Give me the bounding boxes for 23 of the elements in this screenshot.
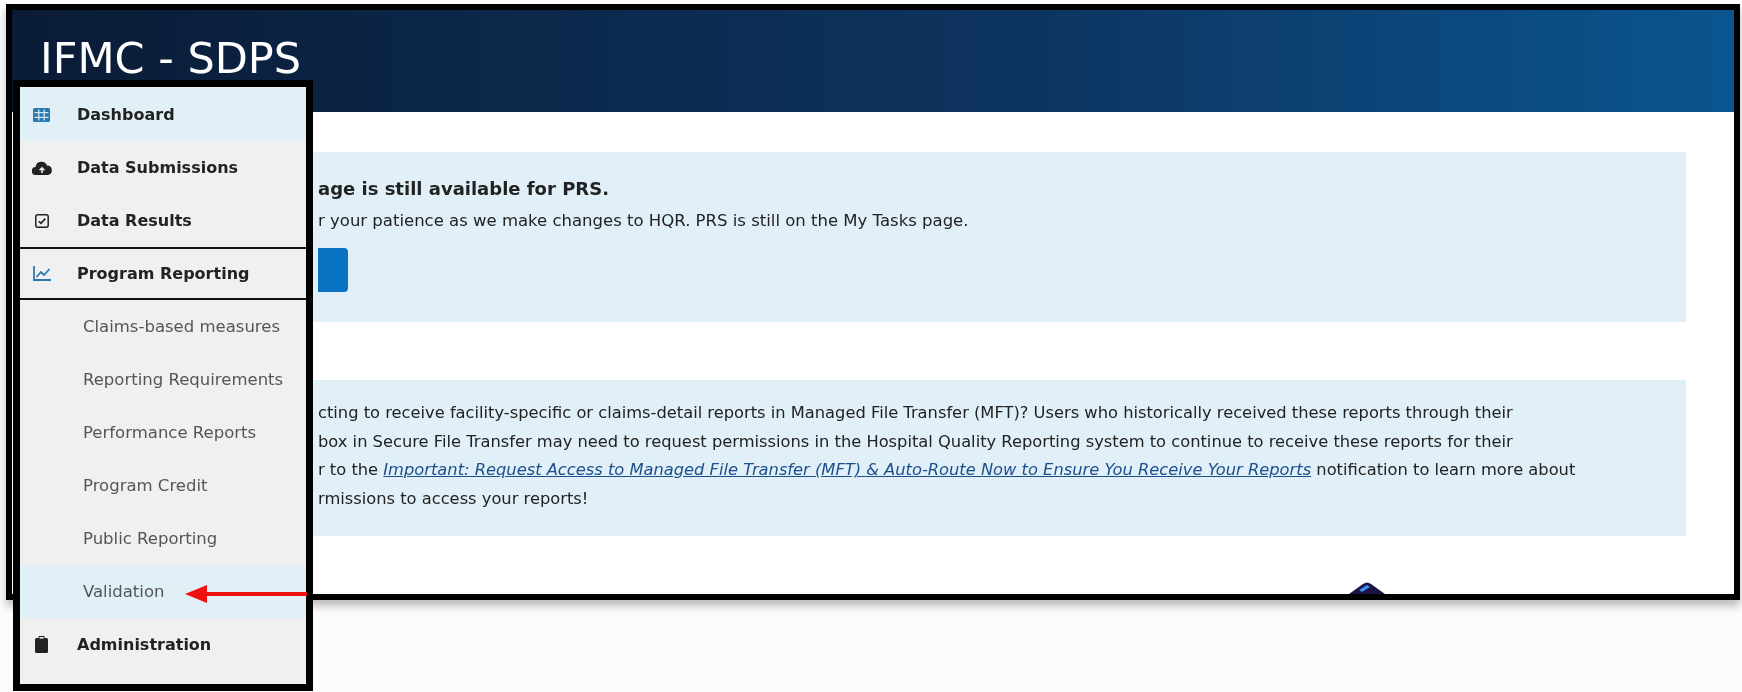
submenu-item[interactable]: Reporting Requirements — [20, 353, 306, 406]
submenu-item[interactable]: Performance Reports — [20, 406, 306, 459]
menu-item[interactable]: Dashboard — [20, 88, 306, 141]
action-button[interactable] — [318, 248, 348, 292]
submenu-item[interactable]: Validation — [20, 565, 306, 618]
checkbox-icon — [34, 213, 49, 228]
line-chart-icon — [32, 266, 51, 281]
notice-text: r your patience as we make changes to HQR. PRS is still on the My Tasks page. — [318, 211, 970, 230]
submenu-item[interactable]: Public Reporting — [20, 512, 306, 565]
submenu-item[interactable]: Claims-based measures — [20, 300, 306, 353]
notification-link[interactable]: Important: Request Access to Managed File Transfer (MFT) & Auto-Route Now to Ensure You Receive Your Reports — [383, 460, 1312, 479]
grid-icon — [33, 107, 50, 122]
menu-item[interactable]: Program Reporting — [20, 247, 306, 300]
cube-icon — [1349, 581, 1385, 594]
site-title: IFMC - SDPS — [40, 33, 302, 83]
notice-line: cting to receive facility-specific or claims-detail reports in Managed File Transfer (MFT)? Users who historically received these reports through their — [318, 402, 1514, 424]
notice-line: r to the Important: Request Access to Managed File Transfer (MFT) & Auto-Route Now to Ensure You Receive Your Reports notification to learn more about — [318, 459, 1577, 481]
notice-heading: age is still available for PRS. — [318, 178, 610, 199]
notice-line: box in Secure File Transfer may need to request permissions in the Hospital Quality Reporting system to continue to receive these reports for their — [318, 430, 1514, 453]
notice-line: rmissions to access your reports! — [318, 487, 590, 510]
clipboard-icon — [35, 636, 48, 653]
cloud-upload-icon — [31, 160, 52, 175]
submenu-item[interactable]: Program Credit — [20, 459, 306, 512]
